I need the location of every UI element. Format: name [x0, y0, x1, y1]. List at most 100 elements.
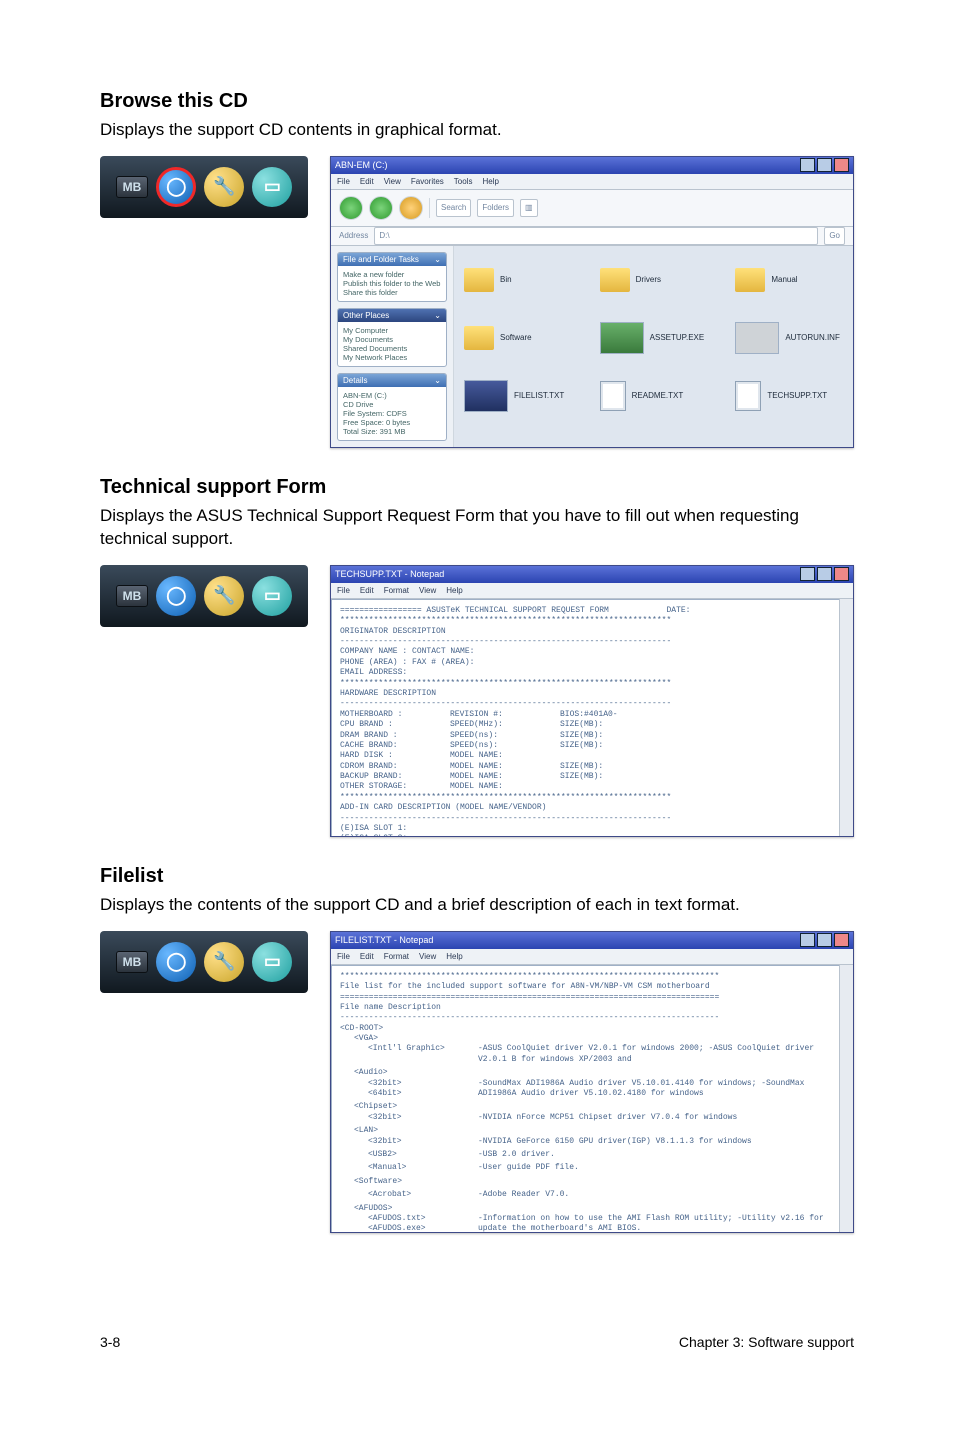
- list-row: <USB2>-USB 2.0 driver.: [340, 1150, 844, 1160]
- clipboard-icon: ▭: [252, 576, 292, 616]
- tile-badge: MB: [116, 951, 149, 973]
- panel-item[interactable]: Make a new folder: [343, 270, 441, 279]
- file-item[interactable]: Drivers: [600, 256, 708, 304]
- thumb-icon: [600, 322, 644, 354]
- close-icon[interactable]: [834, 567, 849, 581]
- close-icon[interactable]: [834, 158, 849, 172]
- file-item[interactable]: AUTORUN.INF: [735, 314, 843, 362]
- list-row: <32bit>-NVIDIA nForce MCP51 Chipset driv…: [340, 1113, 844, 1123]
- menu-item[interactable]: Edit: [360, 952, 374, 961]
- panel-item[interactable]: My Computer: [343, 326, 441, 335]
- group-head: <VGA>: [340, 1034, 844, 1044]
- section-tech: Technical support Form Displays the ASUS…: [100, 476, 854, 837]
- window-title: FILELIST.TXT - Notepad: [335, 935, 433, 945]
- forward-icon[interactable]: [369, 196, 393, 220]
- detail-line: Free Space: 0 bytes: [343, 418, 441, 427]
- scrollbar[interactable]: [839, 599, 854, 836]
- list-row: <AFUDOS.txt> <AFUDOS.exe>-Information on…: [340, 1214, 844, 1233]
- minimize-icon[interactable]: [800, 158, 815, 172]
- list-row: <Manual>-User guide PDF file.: [340, 1163, 844, 1173]
- page-footer: 3-8 Chapter 3: Software support: [0, 1334, 954, 1350]
- minimize-icon[interactable]: [800, 933, 815, 947]
- menu-item[interactable]: Tools: [454, 177, 473, 186]
- text-sheet[interactable]: ****************************************…: [331, 965, 853, 1233]
- window-titlebar: ABN-EM (C:): [331, 157, 853, 174]
- back-icon[interactable]: [339, 196, 363, 220]
- tile-badge: MB: [116, 176, 149, 198]
- folder-icon: [464, 326, 494, 350]
- form-line: EMAIL ADDRESS:: [340, 668, 844, 678]
- text-sheet[interactable]: ================= ASUSTeK TECHNICAL SUPP…: [331, 599, 853, 837]
- file-item[interactable]: ASSETUP.EXE: [600, 314, 708, 362]
- section-heading: HARDWARE DESCRIPTION: [340, 689, 844, 699]
- detail-line: ABN-EM (C:): [343, 391, 441, 400]
- file-item[interactable]: Bin: [464, 256, 572, 304]
- list-row: <Acrobat>-Adobe Reader V7.0.: [340, 1190, 844, 1200]
- panel-item[interactable]: My Documents: [343, 335, 441, 344]
- screenshot-browse: ABN-EM (C:) File Edit View Favorites Too…: [330, 156, 854, 448]
- up-icon[interactable]: [399, 196, 423, 220]
- menu-item[interactable]: View: [419, 586, 436, 595]
- address-label: Address: [339, 231, 368, 240]
- menu-item[interactable]: Format: [384, 952, 409, 961]
- screenshot-techsupp: TECHSUPP.TXT - Notepad File Edit Format …: [330, 565, 854, 837]
- maximize-icon[interactable]: [817, 567, 832, 581]
- nav-tile: MB ◯ 🔧 ▭: [100, 565, 308, 627]
- list-row: <Intl'l Graphic>-ASUS CoolQuiet driver V…: [340, 1044, 844, 1065]
- tile-badge: MB: [116, 585, 149, 607]
- window-titlebar: TECHSUPP.TXT - Notepad: [331, 566, 853, 583]
- menu-item[interactable]: Edit: [360, 177, 374, 186]
- panel-item[interactable]: Shared Documents: [343, 344, 441, 353]
- group-head: <Audio>: [340, 1068, 844, 1078]
- menu-item[interactable]: View: [419, 952, 436, 961]
- section-browse: Browse this CD Displays the support CD c…: [100, 90, 854, 448]
- folder-icon: [600, 268, 630, 292]
- close-icon[interactable]: [834, 933, 849, 947]
- section-heading: ORIGINATOR DESCRIPTION: [340, 627, 844, 637]
- group-head: <AFUDOS>: [340, 1204, 844, 1214]
- detail-line: CD Drive: [343, 400, 441, 409]
- menu-item[interactable]: File: [337, 952, 350, 961]
- file-area: Bin Drivers Manual Software ASSETUP.EXE …: [454, 246, 853, 448]
- address-input[interactable]: D:\: [374, 227, 818, 245]
- file-item[interactable]: README.TXT: [600, 372, 708, 420]
- menu-item[interactable]: Help: [482, 177, 498, 186]
- form-line: COMPANY NAME : CONTACT NAME:: [340, 647, 844, 657]
- panel-head: Details: [343, 376, 367, 385]
- file-item[interactable]: TECHSUPP.TXT: [735, 372, 843, 420]
- menu-item[interactable]: Format: [384, 586, 409, 595]
- panel-details: Details⌄ ABN-EM (C:) CD Drive File Syste…: [337, 373, 447, 441]
- maximize-icon[interactable]: [817, 933, 832, 947]
- address-bar: Address D:\ Go: [331, 227, 853, 246]
- menu-item[interactable]: View: [384, 177, 401, 186]
- group-head: <Software>: [340, 1177, 844, 1187]
- menu-item[interactable]: File: [337, 177, 350, 186]
- menu-item[interactable]: File: [337, 586, 350, 595]
- section-filelist: Filelist Displays the contents of the su…: [100, 865, 854, 1233]
- panel-tasks: File and Folder Tasks⌄ Make a new folder…: [337, 252, 447, 302]
- menu-item[interactable]: Edit: [360, 586, 374, 595]
- intro-line: File list for the included support softw…: [340, 982, 844, 992]
- file-item[interactable]: FILELIST.TXT: [464, 372, 572, 420]
- go-button[interactable]: Go: [824, 227, 845, 245]
- folders-button[interactable]: Folders: [477, 199, 514, 217]
- wrench-icon: 🔧: [204, 576, 244, 616]
- menu-item[interactable]: Help: [446, 952, 462, 961]
- scrollbar[interactable]: [839, 965, 854, 1232]
- file-item[interactable]: Software: [464, 314, 572, 362]
- tech-lead: Displays the ASUS Technical Support Requ…: [100, 505, 854, 551]
- group-head: <Chipset>: [340, 1102, 844, 1112]
- disc-icon: ◯: [156, 942, 196, 982]
- menu-item[interactable]: Help: [446, 586, 462, 595]
- views-button[interactable]: ▥: [520, 199, 538, 217]
- maximize-icon[interactable]: [817, 158, 832, 172]
- minimize-icon[interactable]: [800, 567, 815, 581]
- menubar: File Edit Format View Help: [331, 949, 853, 965]
- panel-item[interactable]: My Network Places: [343, 353, 441, 362]
- menu-item[interactable]: Favorites: [411, 177, 444, 186]
- file-item[interactable]: Manual: [735, 256, 843, 304]
- browse-title: Browse this CD: [100, 90, 854, 113]
- search-button[interactable]: Search: [436, 199, 471, 217]
- panel-item[interactable]: Share this folder: [343, 288, 441, 297]
- panel-item[interactable]: Publish this folder to the Web: [343, 279, 441, 288]
